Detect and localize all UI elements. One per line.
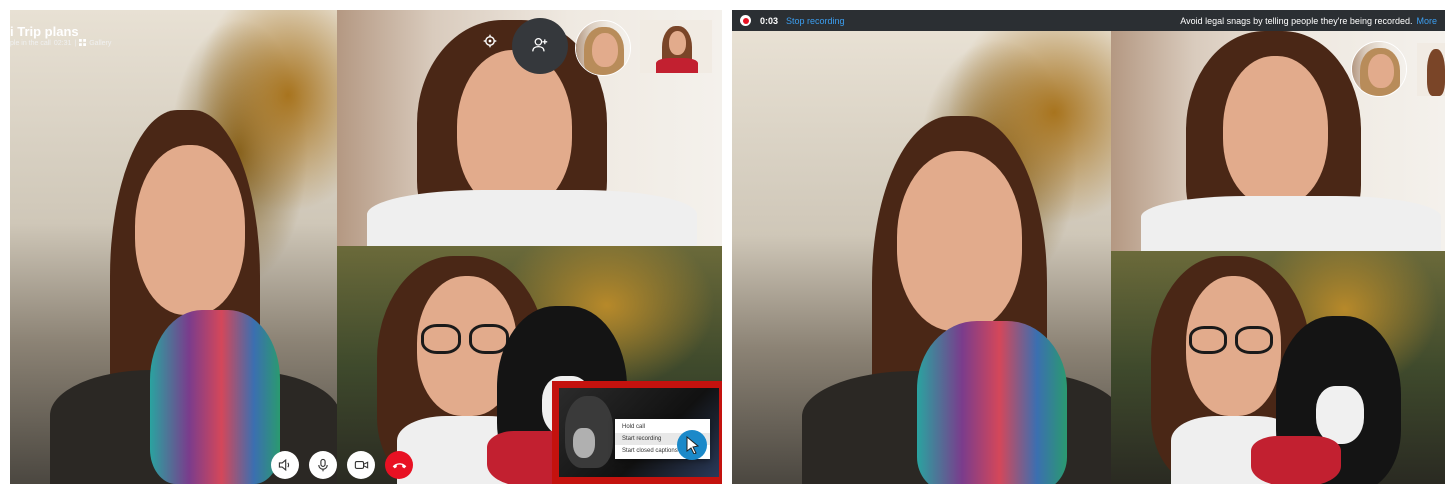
video-camera-icon	[354, 461, 368, 469]
participant-video-main	[10, 10, 337, 484]
end-call-button[interactable]	[385, 451, 413, 479]
recording-notice: Avoid legal snags by telling people they…	[1180, 15, 1413, 26]
context-menu-highlight: Hold call Start recording Start closed c…	[552, 381, 722, 484]
subtitle-separator: |	[74, 40, 77, 47]
gallery-icon[interactable]	[79, 39, 87, 48]
microphone-icon	[318, 458, 328, 472]
recording-icon	[740, 15, 751, 26]
gallery-view-toggle[interactable]: Gallery	[89, 40, 111, 47]
speaker-button[interactable]	[271, 451, 299, 479]
participant-avatar[interactable]	[575, 20, 631, 76]
participants-label: ple in the call	[10, 40, 51, 47]
self-view-preview[interactable]	[640, 20, 712, 73]
more-info-link[interactable]: More	[1416, 16, 1437, 26]
participant-portrait	[10, 10, 337, 484]
self-view-preview[interactable]	[1417, 43, 1445, 96]
end-call-icon	[392, 463, 406, 469]
recording-time: 0:03	[760, 15, 779, 26]
gear-icon[interactable]	[480, 34, 500, 54]
participant-video-main	[732, 31, 1111, 484]
call-duration: 02:31	[53, 40, 72, 47]
call-title: i Trip plans	[10, 24, 79, 39]
call-subtitle: ple in the call 02:31 | Gallery	[10, 39, 111, 48]
participant-portrait	[732, 31, 1111, 484]
participant-avatar[interactable]	[1351, 41, 1407, 97]
call-window-recording: 0:03 Stop recording Avoid legal snags by…	[732, 10, 1445, 484]
participant-portrait	[1111, 251, 1445, 484]
video-button[interactable]	[347, 451, 375, 479]
add-participant-button[interactable]	[512, 18, 568, 74]
call-window-before: i Trip plans ple in the call 02:31 | Gal…	[10, 10, 722, 484]
more-options-button[interactable]	[677, 430, 707, 460]
add-person-icon	[532, 37, 548, 52]
cursor-icon	[686, 436, 700, 454]
speaker-icon	[278, 458, 290, 472]
microphone-button[interactable]	[309, 451, 337, 479]
recording-banner: 0:03 Stop recording Avoid legal snags by…	[732, 10, 1445, 31]
stop-recording-link[interactable]: Stop recording	[786, 16, 845, 26]
participant-video-bottom	[1111, 251, 1445, 484]
